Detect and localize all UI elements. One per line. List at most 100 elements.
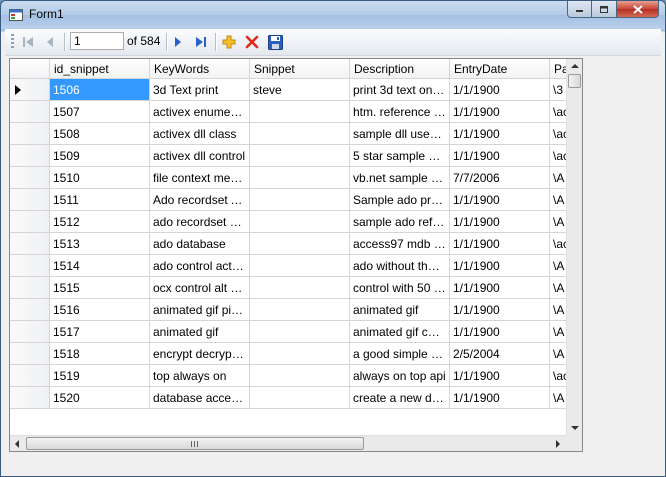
table-cell[interactable]: 2/5/2004 xyxy=(450,343,550,365)
table-cell[interactable]: steve xyxy=(250,79,350,101)
table-row[interactable]: 1506 3d Text print steve print 3d text on a… xyxy=(10,79,582,101)
table-row[interactable]: 1511 Ado recordset Ac... Sample ado progr.… xyxy=(10,189,582,211)
row-header[interactable] xyxy=(10,277,50,299)
table-cell[interactable]: ado recordset act... xyxy=(150,211,250,233)
data-grid-view[interactable]: id_snippet KeyWords Snippet Description Entr… xyxy=(9,58,583,452)
table-cell[interactable]: ado control activ... xyxy=(150,255,250,277)
horizontal-scrollbar[interactable] xyxy=(10,435,566,451)
scroll-up-icon[interactable] xyxy=(571,63,579,69)
save-button[interactable] xyxy=(266,33,284,51)
maximize-button[interactable] xyxy=(592,1,617,18)
table-cell[interactable]: 1511 xyxy=(50,189,150,211)
delete-button[interactable] xyxy=(243,33,261,51)
table-cell[interactable]: Sample ado progr... xyxy=(350,189,450,211)
table-cell[interactable]: 1/1/1900 xyxy=(450,123,550,145)
table-cell[interactable] xyxy=(250,189,350,211)
table-row[interactable]: 1514 ado control activ... ado without the … xyxy=(10,255,582,277)
table-cell[interactable]: sample dll used w... xyxy=(350,123,450,145)
table-cell[interactable] xyxy=(250,387,350,409)
column-header[interactable]: EntryDate xyxy=(450,59,550,79)
row-header[interactable] xyxy=(10,299,50,321)
table-cell[interactable]: 1517 xyxy=(50,321,150,343)
row-header[interactable] xyxy=(10,387,50,409)
close-button[interactable] xyxy=(617,1,659,18)
table-cell[interactable]: 1510 xyxy=(50,167,150,189)
scroll-right-icon[interactable] xyxy=(555,440,561,448)
horizontal-scroll-thumb[interactable] xyxy=(26,437,364,450)
table-cell[interactable]: top always on xyxy=(150,365,250,387)
table-cell[interactable]: sample ado refer... xyxy=(350,211,450,233)
table-cell[interactable]: animated gif control xyxy=(350,321,450,343)
vertical-scroll-thumb[interactable] xyxy=(568,74,581,88)
move-previous-button[interactable] xyxy=(41,33,59,51)
table-cell[interactable]: 1/1/1900 xyxy=(450,189,550,211)
table-cell[interactable]: 1/1/1900 xyxy=(450,277,550,299)
table-cell[interactable]: 1508 xyxy=(50,123,150,145)
move-next-button[interactable] xyxy=(169,33,187,51)
move-last-button[interactable] xyxy=(192,33,210,51)
table-cell[interactable]: access97 mdb fil... xyxy=(350,233,450,255)
table-row[interactable]: 1512 ado recordset act... sample ado refer… xyxy=(10,211,582,233)
table-cell[interactable]: 1/1/1900 xyxy=(450,299,550,321)
table-cell[interactable]: 1519 xyxy=(50,365,150,387)
table-cell[interactable] xyxy=(250,123,350,145)
column-header[interactable]: Snippet xyxy=(250,59,350,79)
table-cell[interactable]: create a new dat... xyxy=(350,387,450,409)
table-cell[interactable]: 1/1/1900 xyxy=(450,321,550,343)
row-header[interactable] xyxy=(10,365,50,387)
table-cell[interactable]: 1509 xyxy=(50,145,150,167)
column-header[interactable]: id_snippet xyxy=(50,59,150,79)
row-header[interactable] xyxy=(10,211,50,233)
column-header[interactable]: KeyWords xyxy=(150,59,250,79)
table-cell[interactable]: 1/1/1900 xyxy=(450,255,550,277)
move-first-button[interactable] xyxy=(19,33,37,51)
table-row[interactable]: 1516 animated gif pictu... animated gif 1/1… xyxy=(10,299,582,321)
table-cell[interactable] xyxy=(250,299,350,321)
minimize-button[interactable] xyxy=(567,1,592,18)
table-cell[interactable]: control with 50 c... xyxy=(350,277,450,299)
title-bar[interactable]: Form1 xyxy=(1,1,665,29)
table-row[interactable]: 1517 animated gif animated gif control 1/1/… xyxy=(10,321,582,343)
table-cell[interactable]: htm. reference in... xyxy=(350,101,450,123)
table-cell[interactable] xyxy=(250,255,350,277)
table-cell[interactable]: 1/1/1900 xyxy=(450,387,550,409)
table-cell[interactable] xyxy=(250,167,350,189)
table-cell[interactable] xyxy=(250,277,350,299)
table-cell[interactable] xyxy=(250,145,350,167)
table-row[interactable]: 1510 file context menu ... vb.net sample o… xyxy=(10,167,582,189)
vertical-scrollbar[interactable] xyxy=(566,59,582,435)
table-cell[interactable]: encrypt decrypt v... xyxy=(150,343,250,365)
table-cell[interactable]: 1507 xyxy=(50,101,150,123)
table-cell[interactable]: 1515 xyxy=(50,277,150,299)
table-row[interactable]: 1508 activex dll class sample dll used w..… xyxy=(10,123,582,145)
row-header[interactable] xyxy=(10,189,50,211)
row-header[interactable] xyxy=(10,79,50,101)
table-cell[interactable]: vb.net sample of ... xyxy=(350,167,450,189)
table-cell[interactable] xyxy=(250,211,350,233)
table-cell[interactable]: always on top api xyxy=(350,365,450,387)
table-cell[interactable] xyxy=(250,321,350,343)
table-cell[interactable] xyxy=(250,365,350,387)
row-header[interactable] xyxy=(10,145,50,167)
table-row[interactable]: 1519 top always on always on top api 1/1/19… xyxy=(10,365,582,387)
table-row[interactable]: 1518 encrypt decrypt v... a good simple sa… xyxy=(10,343,582,365)
table-cell[interactable]: 1/1/1900 xyxy=(450,365,550,387)
table-cell[interactable]: 1514 xyxy=(50,255,150,277)
table-cell[interactable]: 7/7/2006 xyxy=(450,167,550,189)
position-textbox[interactable]: 1 xyxy=(70,32,124,50)
table-cell[interactable]: ado without the c... xyxy=(350,255,450,277)
table-cell[interactable] xyxy=(250,101,350,123)
table-cell[interactable] xyxy=(250,343,350,365)
table-cell[interactable]: 1520 xyxy=(50,387,150,409)
table-row[interactable]: 1513 ado database access97 mdb fil... 1/1/1… xyxy=(10,233,582,255)
row-header[interactable] xyxy=(10,101,50,123)
table-cell[interactable]: activex dll class xyxy=(150,123,250,145)
table-cell[interactable]: animated gif xyxy=(150,321,250,343)
table-row[interactable]: 1515 ocx control alt del... control with 5… xyxy=(10,277,582,299)
row-header[interactable] xyxy=(10,255,50,277)
table-cell[interactable]: 1/1/1900 xyxy=(450,101,550,123)
table-cell[interactable]: file context menu ... xyxy=(150,167,250,189)
row-header[interactable] xyxy=(10,167,50,189)
table-row[interactable]: 1507 activex enumerati... htm. reference i… xyxy=(10,101,582,123)
row-header[interactable] xyxy=(10,123,50,145)
